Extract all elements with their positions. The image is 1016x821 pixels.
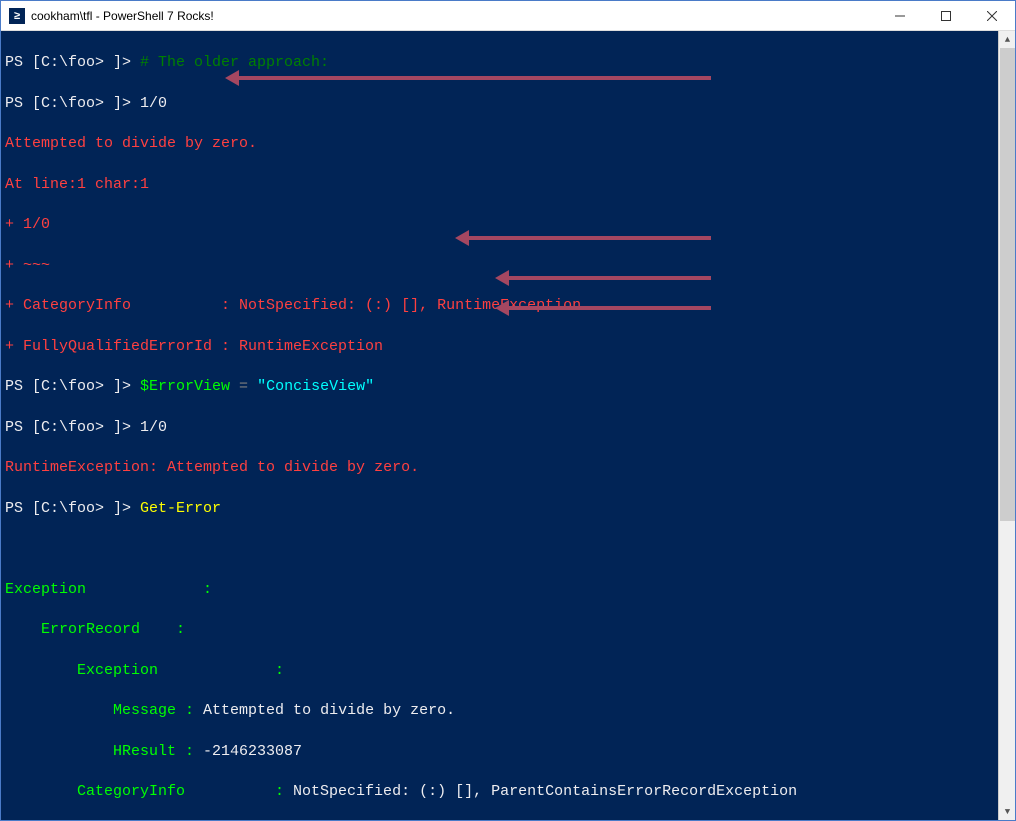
prompt: PS [C:\foo> ]> <box>5 419 140 436</box>
minimize-button[interactable] <box>877 1 923 30</box>
prompt: PS [C:\foo> ]> <box>5 54 140 71</box>
cmdlet-text: Get-Error <box>140 500 221 517</box>
annotation-arrow <box>501 276 711 280</box>
prompt: PS [C:\foo> ]> <box>5 378 140 395</box>
detail-label: CategoryInfo : <box>5 783 293 800</box>
detail-label: Exception : <box>5 580 994 600</box>
scroll-down-arrow-icon[interactable]: ▼ <box>999 803 1016 820</box>
powershell-icon: ≥ <box>9 8 25 24</box>
maximize-button[interactable] <box>923 1 969 30</box>
error-type: RuntimeException: <box>5 459 167 476</box>
command-text: 1/0 <box>140 95 167 112</box>
close-button[interactable] <box>969 1 1015 30</box>
detail-label: Exception : <box>5 661 994 681</box>
detail-label: HResult : <box>5 743 203 760</box>
detail-label: ErrorRecord : <box>5 620 994 640</box>
comment-text: # The older approach: <box>140 54 329 71</box>
detail-label: Message : <box>5 702 203 719</box>
error-msg: Attempted to divide by zero. <box>167 459 419 476</box>
terminal-output[interactable]: PS [C:\foo> ]> # The older approach: PS … <box>1 31 998 820</box>
detail-value: NotSpecified: (:) [], ParentContainsErro… <box>293 783 797 800</box>
error-line: At line:1 char:1 <box>5 175 994 195</box>
annotation-arrow <box>461 236 711 240</box>
operator-text: = <box>230 378 257 395</box>
prompt: PS [C:\foo> ]> <box>5 95 140 112</box>
error-line: + 1/0 <box>5 215 994 235</box>
detail-value: Attempted to divide by zero. <box>203 702 455 719</box>
annotation-arrow <box>231 76 711 80</box>
error-line: Attempted to divide by zero. <box>5 134 994 154</box>
string-text: "ConciseView" <box>257 378 374 395</box>
detail-value: -2146233087 <box>203 743 302 760</box>
command-text: 1/0 <box>140 419 167 436</box>
variable-text: $ErrorView <box>140 378 230 395</box>
error-line: + FullyQualifiedErrorId : RuntimeExcepti… <box>5 337 994 357</box>
scroll-up-arrow-icon[interactable]: ▲ <box>999 31 1016 48</box>
vertical-scrollbar[interactable]: ▲ ▼ <box>998 31 1015 820</box>
scrollbar-thumb[interactable] <box>1000 48 1015 521</box>
window-title: cookham\tfl - PowerShell 7 Rocks! <box>31 9 877 23</box>
window-titlebar: ≥ cookham\tfl - PowerShell 7 Rocks! <box>1 1 1015 31</box>
prompt: PS [C:\foo> ]> <box>5 500 140 517</box>
annotation-arrow <box>501 306 711 310</box>
window-controls <box>877 1 1015 30</box>
